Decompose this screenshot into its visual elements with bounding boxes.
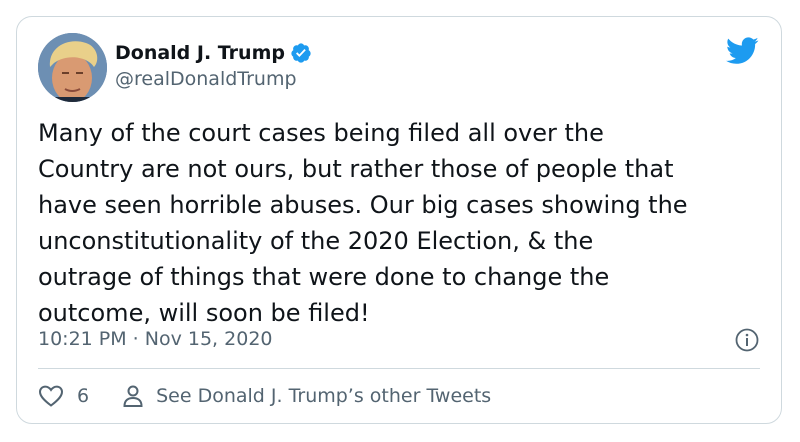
verified-badge-icon: [290, 42, 312, 64]
author-handle[interactable]: @realDonaldTrump: [115, 68, 297, 90]
avatar-image: [38, 33, 107, 102]
tweet-timestamp[interactable]: 10:21 PM · Nov 15, 2020: [38, 327, 273, 351]
author-row: Donald J. Trump: [115, 42, 312, 64]
other-tweets-link[interactable]: See Donald J. Trump’s other Tweets: [122, 384, 491, 408]
avatar[interactable]: [38, 33, 107, 102]
other-tweets-label: See Donald J. Trump’s other Tweets: [156, 385, 492, 407]
author-name[interactable]: Donald J. Trump: [115, 42, 285, 64]
heart-icon: [38, 385, 64, 407]
twitter-bird-icon[interactable]: [725, 37, 759, 65]
tweet-card: Donald J. Trump @realDonaldTrump Many of…: [16, 16, 782, 424]
like-count: 6: [77, 385, 90, 407]
person-icon: [123, 385, 143, 407]
info-icon[interactable]: [735, 328, 759, 352]
tweet-actions: 6 See Donald J. Trump’s other Tweets: [38, 384, 491, 408]
like-button[interactable]: 6: [38, 384, 89, 408]
divider: [38, 368, 760, 369]
tweet-text: Many of the court cases being filed all …: [38, 119, 688, 327]
